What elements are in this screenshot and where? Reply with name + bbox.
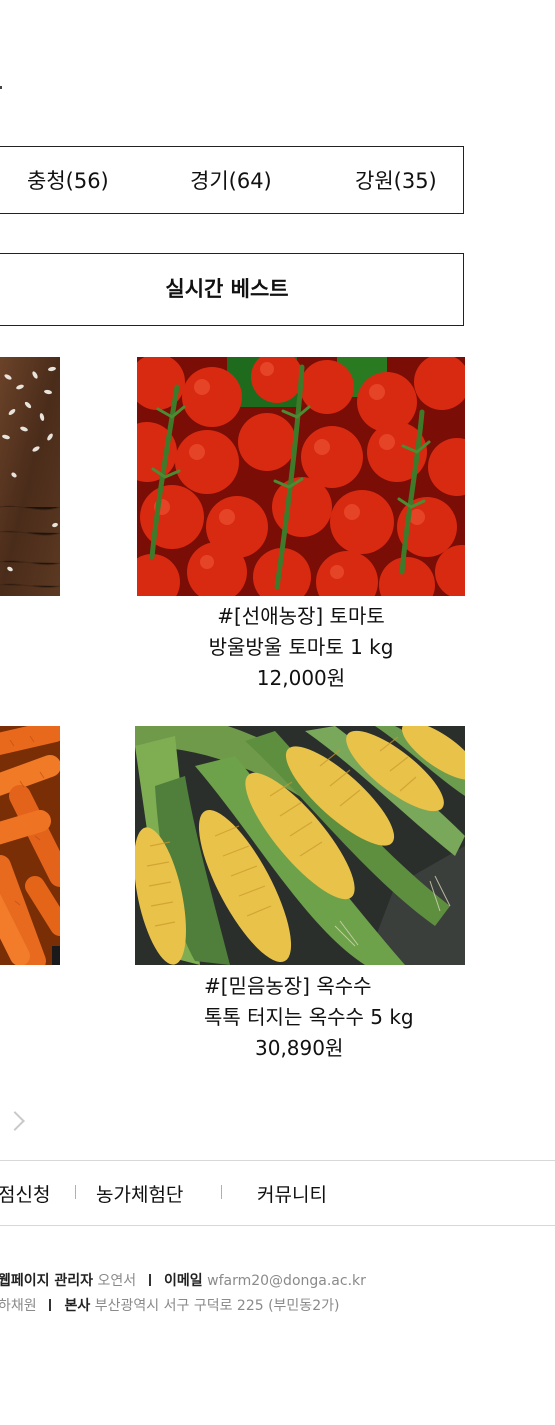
footer-line-2: 하채원 본사 부산광역시 서구 구덕로 225 (부민동2가) [0,1295,339,1315]
product-subtitle[interactable]: 방울방울 토마토 1 kg [137,632,465,663]
product-title[interactable]: #[선애농장] 토마토 [137,601,465,632]
hq-address: 부산광역시 서구 구덕로 225 (부민동2가) [94,1298,340,1314]
product-price: 12,000원 [256,666,346,690]
tomato-product-image[interactable] [137,357,465,596]
email-label: 이메일 [164,1273,203,1289]
footer-divider [49,1299,52,1311]
nav-separator [221,1185,222,1199]
product-price: 30,890원 [255,1036,344,1060]
corn-product-caption: #[믿음농장] 옥수수 톡톡 터지는 옥수수 5 kg 30,890원 [135,971,507,1064]
nav-item-application[interactable]: 점신청 [0,1180,50,1207]
hq-label: 본사 [64,1298,91,1314]
nav-item-community[interactable]: 커뮤니티 [257,1180,327,1207]
region-filter-bar: 충청(56) 경기(64) 강원(35) [0,146,464,214]
carrot-product-image[interactable] [0,726,60,965]
nav-item-farm-experience[interactable]: 농가체험단 [96,1180,183,1207]
region-gangwon[interactable]: 강원(35) [355,147,437,215]
nav-separator [75,1185,76,1199]
nav-bottom-divider [0,1225,555,1226]
edge-dot [0,86,2,89]
product-title[interactable]: #[믿음농장] 옥수수 [135,971,507,1002]
product-subtitle[interactable]: 톡톡 터지는 옥수수 5 kg [135,1002,507,1033]
footer-line-1: 웹페이지 관리자 오연서 이메일 wfarm20@donga.ac.kr [0,1270,366,1290]
email-value[interactable]: wfarm20@donga.ac.kr [207,1273,366,1289]
region-chungcheong[interactable]: 충청(56) [27,147,109,215]
region-gyeonggi[interactable]: 경기(64) [190,147,272,215]
admin-name: 오연서 [97,1273,137,1289]
corn-product-image[interactable] [135,726,465,965]
footer-divider [148,1274,151,1286]
staff-name: 하채원 [0,1298,37,1314]
rice-product-image[interactable] [0,357,60,596]
realtime-best-button[interactable]: 실시간 베스트 [0,253,464,326]
admin-label: 웹페이지 관리자 [0,1273,94,1289]
nav-top-divider [0,1160,555,1161]
tomato-product-caption: #[선애농장] 토마토 방울방울 토마토 1 kg 12,000원 [137,601,465,694]
chevron-right-icon[interactable] [5,1111,25,1131]
